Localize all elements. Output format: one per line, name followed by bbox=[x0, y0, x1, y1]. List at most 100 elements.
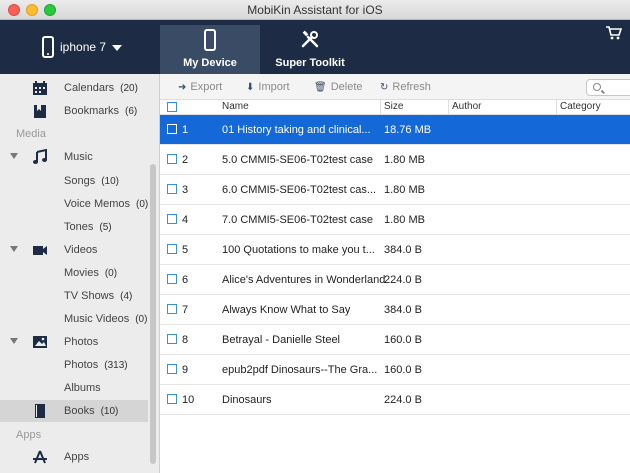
table-row[interactable]: 5 100 Quotations to make you t... 384.0 … bbox=[160, 235, 630, 265]
row-name: epub2pdf Dinosaurs--The Gra... bbox=[222, 364, 378, 376]
sidebar-item-photos-group[interactable]: Photos bbox=[0, 331, 148, 353]
row-checkbox[interactable] bbox=[167, 214, 177, 224]
sidebar-item-songs[interactable]: Songs (10) bbox=[0, 170, 148, 192]
delete-button[interactable]: 🗑 Delete bbox=[314, 81, 363, 93]
sidebar-item-music-videos[interactable]: Music Videos (0) bbox=[0, 308, 148, 330]
sidebar-item-label: Photos bbox=[64, 336, 99, 348]
row-checkbox[interactable] bbox=[167, 274, 177, 284]
row-name: 01 History taking and clinical... bbox=[222, 124, 371, 136]
row-size: 1.80 MB bbox=[384, 154, 425, 166]
table-row[interactable]: 4 7.0 CMMI5-SE06-T02test case 1.80 MB bbox=[160, 205, 630, 235]
item-count: (10) bbox=[101, 176, 119, 187]
row-size: 18.76 MB bbox=[384, 124, 432, 136]
export-label: Export bbox=[190, 81, 223, 93]
sidebar-item-label: Music Videos bbox=[64, 313, 130, 325]
sidebar-item-voice-memos[interactable]: Voice Memos (0) bbox=[0, 193, 148, 215]
import-arrow-icon: ⬇ bbox=[246, 81, 255, 93]
sidebar-item-label: Calendars bbox=[64, 82, 115, 94]
row-number: 10 bbox=[182, 394, 195, 406]
sidebar-item-label: Songs bbox=[64, 175, 96, 187]
item-count: (6) bbox=[125, 106, 138, 117]
refresh-icon: ↻ bbox=[380, 81, 389, 93]
sidebar-item-label: Bookmarks bbox=[64, 105, 120, 117]
row-number: 3 bbox=[182, 184, 189, 196]
device-selector[interactable]: iphone 7 bbox=[42, 36, 123, 58]
row-name: 7.0 CMMI5-SE06-T02test case bbox=[222, 214, 374, 226]
row-checkbox[interactable] bbox=[167, 124, 177, 134]
sidebar-item-label: Books bbox=[64, 405, 95, 417]
sidebar: Calendars (20) Bookmarks (6) Media Music S… bbox=[0, 74, 160, 473]
table-row[interactable]: 2 5.0 CMMI5-SE06-T02test case 1.80 MB bbox=[160, 145, 630, 175]
phone-icon bbox=[204, 29, 216, 51]
sidebar-scrollbar[interactable] bbox=[150, 164, 156, 464]
sidebar-item-music[interactable]: Music bbox=[0, 146, 148, 168]
title-bar: MobiKin Assistant for iOS bbox=[0, 0, 630, 20]
export-button[interactable]: ➜ Export bbox=[178, 81, 222, 93]
row-number: 6 bbox=[182, 274, 189, 286]
sidebar-item-label: Apps bbox=[64, 451, 90, 463]
row-checkbox[interactable] bbox=[167, 304, 177, 314]
refresh-label: Refresh bbox=[392, 81, 431, 93]
sidebar-item-videos[interactable]: Videos bbox=[0, 239, 148, 261]
column-size[interactable]: Size bbox=[384, 101, 403, 112]
cart-icon[interactable] bbox=[606, 26, 623, 43]
column-author[interactable]: Author bbox=[452, 101, 481, 112]
table-row[interactable]: 9 epub2pdf Dinosaurs--The Gra... 160.0 B bbox=[160, 355, 630, 385]
table-row[interactable]: 6 Alice's Adventures in Wonderland 224.0… bbox=[160, 265, 630, 295]
apps-icon bbox=[32, 449, 48, 465]
expand-arrow-icon[interactable] bbox=[10, 153, 18, 159]
sidebar-item-label: Tones bbox=[64, 221, 94, 233]
sidebar-item-bookmarks[interactable]: Bookmarks (6) bbox=[0, 100, 148, 122]
import-button[interactable]: ⬇ Import bbox=[246, 81, 290, 93]
video-icon bbox=[32, 242, 48, 258]
sidebar-item-apps[interactable]: Apps bbox=[0, 446, 148, 468]
row-checkbox[interactable] bbox=[167, 184, 177, 194]
column-name[interactable]: Name bbox=[222, 101, 249, 112]
table-row[interactable]: 3 6.0 CMMI5-SE06-T02test cas... 1.80 MB bbox=[160, 175, 630, 205]
item-count: (4) bbox=[120, 291, 133, 302]
sidebar-item-label: Videos bbox=[64, 244, 98, 256]
tab-my-device[interactable]: My Device bbox=[160, 25, 260, 74]
row-checkbox[interactable] bbox=[167, 334, 177, 344]
row-checkbox[interactable] bbox=[167, 244, 177, 254]
app-header: iphone 7 My Device Super Toolkit bbox=[0, 20, 630, 74]
refresh-button[interactable]: ↻ Refresh bbox=[380, 81, 431, 93]
row-name: 5.0 CMMI5-SE06-T02test case bbox=[222, 154, 374, 166]
expand-arrow-icon[interactable] bbox=[10, 246, 18, 252]
column-category[interactable]: Category bbox=[560, 101, 601, 112]
sidebar-item-albums[interactable]: Albums bbox=[0, 377, 148, 399]
sidebar-item-books[interactable]: Books (10) bbox=[0, 400, 148, 422]
row-checkbox[interactable] bbox=[167, 364, 177, 374]
sidebar-item-tones[interactable]: Tones (5) bbox=[0, 216, 148, 238]
row-name: 6.0 CMMI5-SE06-T02test cas... bbox=[222, 184, 377, 196]
sidebar-item-label: Movies bbox=[64, 267, 99, 279]
row-name: 100 Quotations to make you t... bbox=[222, 244, 375, 256]
expand-arrow-icon[interactable] bbox=[10, 338, 18, 344]
row-size: 1.80 MB bbox=[384, 184, 425, 196]
row-name: Always Know What to Say bbox=[222, 304, 351, 316]
row-size: 160.0 B bbox=[384, 334, 422, 346]
item-count: (10) bbox=[100, 406, 119, 417]
sidebar-item-calendars[interactable]: Calendars (20) bbox=[0, 77, 148, 99]
item-count: (0) bbox=[104, 268, 118, 279]
import-label: Import bbox=[258, 81, 290, 93]
select-all-checkbox[interactable] bbox=[167, 102, 177, 112]
row-name: Dinosaurs bbox=[222, 394, 272, 406]
item-count: (313) bbox=[104, 360, 128, 371]
sidebar-item-tv-shows[interactable]: TV Shows (4) bbox=[0, 285, 148, 307]
table-row[interactable]: 10 Dinosaurs 224.0 B bbox=[160, 385, 630, 415]
sidebar-item-photos[interactable]: Photos (313) bbox=[0, 354, 148, 376]
item-count: (0) bbox=[135, 314, 148, 325]
table-row[interactable]: 7 Always Know What to Say 384.0 B bbox=[160, 295, 630, 325]
table-row[interactable]: 1 01 History taking and clinical... 18.7… bbox=[160, 115, 630, 145]
row-size: 224.0 B bbox=[384, 274, 422, 286]
table-row[interactable]: 8 Betrayal - Danielle Steel 160.0 B bbox=[160, 325, 630, 355]
bookmark-icon bbox=[32, 103, 48, 119]
chevron-down-icon bbox=[112, 45, 123, 51]
search-input[interactable] bbox=[586, 79, 630, 96]
item-count: (0) bbox=[136, 199, 149, 210]
row-checkbox[interactable] bbox=[167, 154, 177, 164]
tab-super-toolkit[interactable]: Super Toolkit bbox=[260, 25, 360, 74]
row-checkbox[interactable] bbox=[167, 394, 177, 404]
sidebar-item-movies[interactable]: Movies (0) bbox=[0, 262, 148, 284]
